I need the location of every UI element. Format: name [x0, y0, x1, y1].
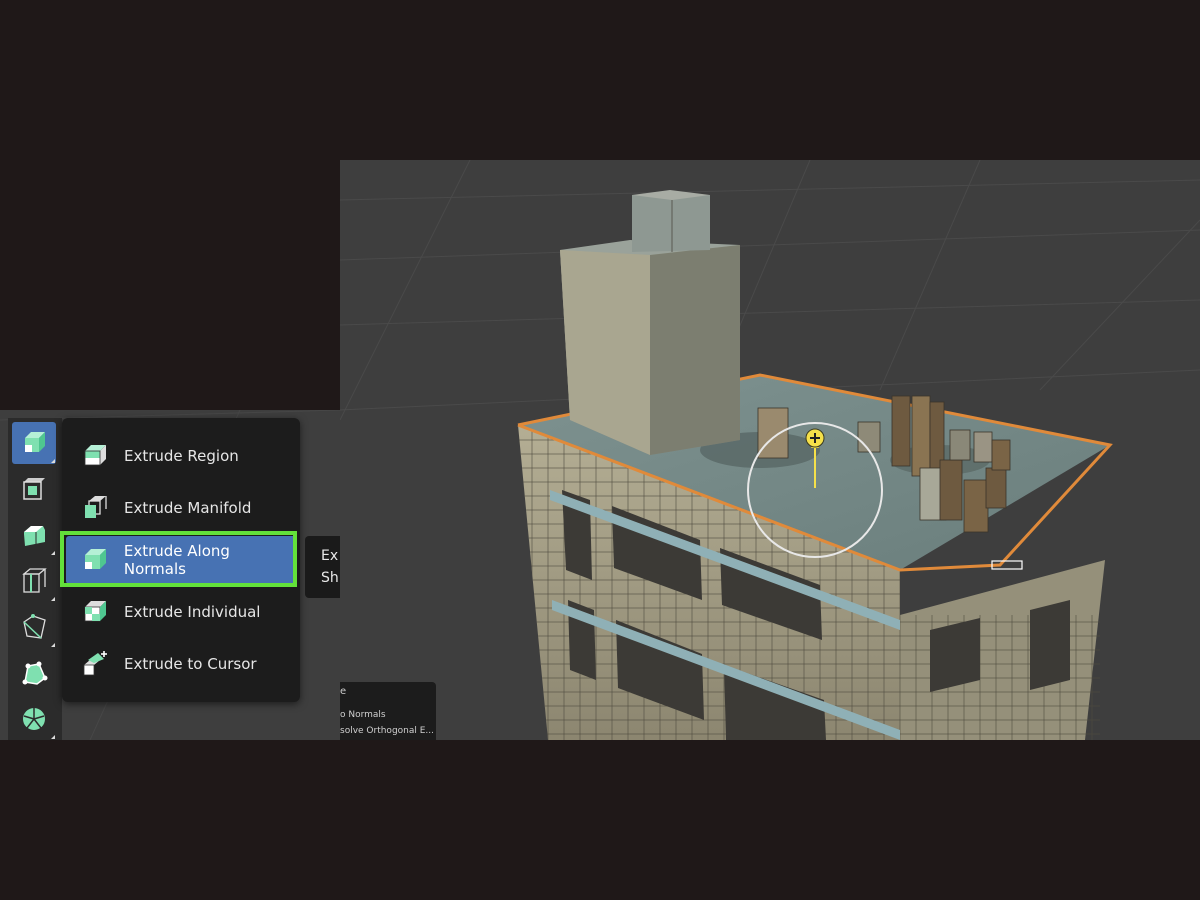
menu-item-label: Extrude Individual — [124, 603, 261, 621]
tooltip: Ex Sh — [305, 536, 340, 598]
menu-item-extrude-region[interactable]: Extrude Region — [66, 432, 296, 480]
menu-item-label: Extrude Manifold — [124, 499, 252, 517]
3d-viewport[interactable] — [340, 160, 1200, 740]
knife-icon[interactable] — [12, 606, 56, 648]
tool-submenu-indicator — [51, 735, 55, 739]
tool-submenu-indicator — [51, 597, 55, 601]
menu-item-extrude-along-normals[interactable]: Extrude Along Normals — [66, 536, 296, 584]
menu-item-extrude-individual[interactable]: Extrude Individual — [66, 588, 296, 636]
redo-panel-title: e — [340, 686, 347, 697]
menu-item-extrude-to-cursor[interactable]: Extrude to Cursor — [66, 640, 296, 688]
inset-faces-icon[interactable] — [12, 468, 56, 510]
extrude-to-cursor-icon — [78, 647, 112, 681]
building-scene — [340, 160, 1200, 740]
tooltip-line-1: Ex — [321, 548, 339, 564]
extrude-individual-icon — [78, 595, 112, 629]
extrude-manifold-icon — [78, 491, 112, 525]
tool-submenu-indicator — [51, 643, 55, 647]
menu-item-extrude-manifold[interactable]: Extrude Manifold — [66, 484, 296, 532]
extrude-region-icon — [78, 439, 112, 473]
poly-build-icon[interactable] — [12, 652, 56, 694]
tool-submenu-indicator — [51, 459, 55, 463]
extrude-tool-menu: Extrude Region Extrude Manifold Extrude … — [62, 418, 300, 702]
tooltip-line-2: Sh — [321, 570, 339, 586]
redo-panel-option-1[interactable]: o Normals — [340, 710, 386, 720]
redo-panel-option-2[interactable]: solve Orthogonal E... — [340, 726, 434, 736]
tool-shelf — [8, 418, 62, 740]
extrude-along-normals-icon — [78, 543, 112, 577]
menu-item-label: Extrude to Cursor — [124, 655, 257, 673]
menu-item-label: Extrude Region — [124, 447, 239, 465]
extrude-tool-icon[interactable] — [12, 422, 56, 464]
loop-cut-icon[interactable] — [12, 560, 56, 602]
bevel-icon[interactable] — [12, 514, 56, 556]
adjust-last-operation-panel[interactable]: e o Normals solve Orthogonal E... — [340, 682, 436, 740]
tool-submenu-indicator — [51, 551, 55, 555]
menu-item-label: Extrude Along Normals — [123, 542, 230, 578]
spin-icon[interactable] — [12, 698, 56, 740]
